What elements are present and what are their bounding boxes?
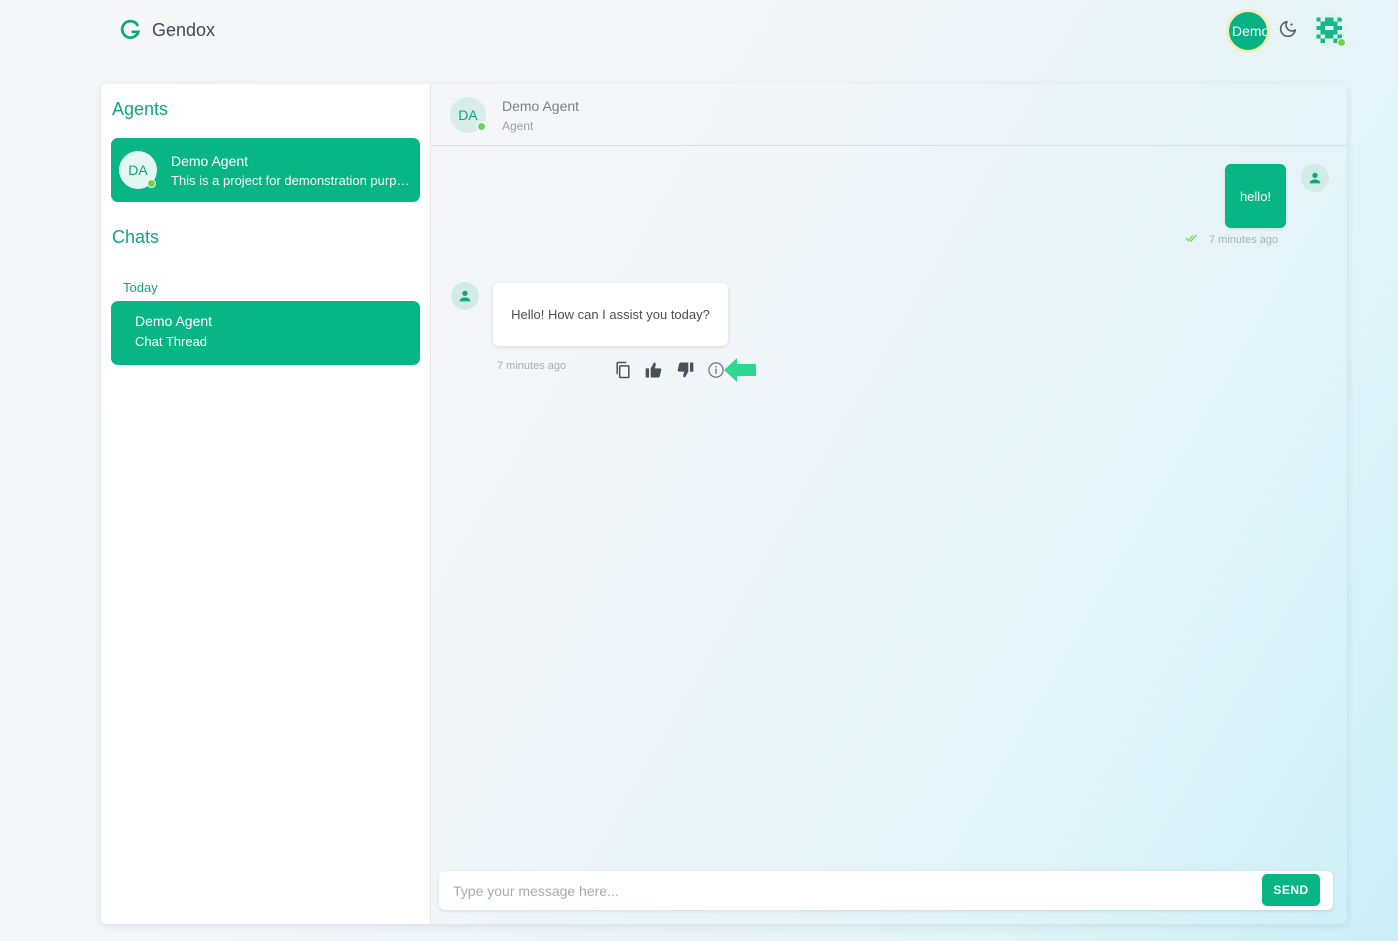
agent-message-bubble: Hello! How can I assist you today? — [493, 283, 728, 346]
chat-panel: DA Demo Agent Agent hello! 7 minutes ago… — [431, 84, 1347, 924]
message-actions — [611, 358, 727, 381]
agent-online-dot — [147, 179, 156, 188]
chats-heading: Chats — [112, 227, 160, 247]
user-message-avatar — [1301, 164, 1329, 192]
user-message-bubble: hello! — [1225, 164, 1286, 228]
thumbs-down-icon — [677, 362, 693, 377]
agents-heading: Agents — [112, 99, 169, 119]
agent-message-time: 7 minutes ago — [497, 360, 567, 372]
thumbs-up-button[interactable] — [642, 358, 665, 381]
person-icon — [459, 290, 471, 302]
chat-group-label: Today — [123, 280, 158, 295]
agent-name: Demo Agent — [171, 153, 249, 169]
copy-button[interactable] — [611, 358, 634, 381]
top-bar: Gendox Demo — [0, 0, 1398, 62]
sidebar: Agents DA Demo Agent This is a project f… — [101, 84, 431, 924]
chat-thread-subtitle: Chat Thread — [135, 334, 208, 349]
user-message-time: 7 minutes ago — [1209, 233, 1279, 246]
agent-description: This is a project for demonstration purp… — [171, 173, 411, 188]
app-logo[interactable]: Gendox — [120, 19, 215, 41]
online-status-dot — [1337, 38, 1346, 47]
organization-badge[interactable]: Demo — [1229, 12, 1267, 50]
person-icon — [1309, 172, 1321, 184]
header-agent-role: Agent — [502, 119, 534, 133]
send-button[interactable]: SEND — [1262, 874, 1320, 906]
copy-icon — [615, 361, 630, 378]
thumbs-up-icon — [645, 362, 661, 377]
double-check-icon — [1185, 233, 1199, 246]
chat-thread-title: Demo Agent — [135, 313, 213, 329]
thumbs-down-button[interactable] — [673, 358, 696, 381]
message-input[interactable] — [453, 880, 1253, 902]
user-message-meta: 7 minutes ago — [1185, 233, 1278, 246]
chat-header: DA Demo Agent Agent — [431, 84, 1347, 146]
app-name: Gendox — [152, 19, 216, 40]
chat-card: Agents DA Demo Agent This is a project f… — [101, 84, 1347, 924]
chat-thread-item[interactable]: Demo Agent Chat Thread — [111, 301, 420, 365]
agent-message-avatar — [451, 282, 479, 310]
highlight-arrow-icon — [724, 358, 756, 382]
gendox-logo-icon — [120, 19, 141, 39]
moon-icon[interactable] — [1276, 19, 1298, 41]
header-agent-name: Demo Agent — [502, 98, 580, 114]
agent-list-item[interactable]: DA Demo Agent This is a project for demo… — [111, 138, 420, 202]
message-composer: SEND — [439, 871, 1333, 910]
header-online-dot — [477, 122, 486, 131]
